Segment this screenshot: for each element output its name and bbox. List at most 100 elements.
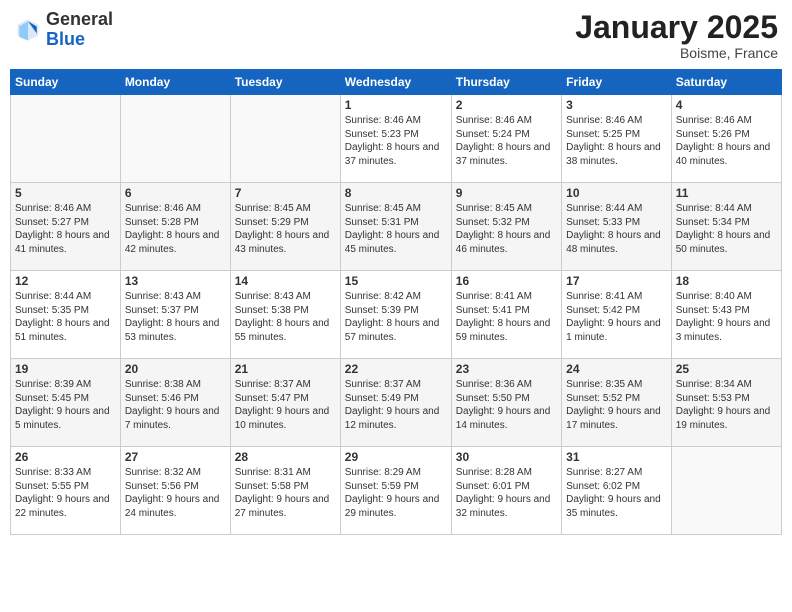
cell-content-line: Daylight: 8 hours and 50 minutes. bbox=[676, 229, 777, 256]
cell-content-line: Sunset: 5:33 PM bbox=[566, 216, 667, 230]
cell-content-line: Sunset: 5:35 PM bbox=[15, 304, 116, 318]
calendar-cell: 9Sunrise: 8:45 AMSunset: 5:32 PMDaylight… bbox=[451, 183, 561, 271]
cell-content-line: Daylight: 9 hours and 10 minutes. bbox=[235, 405, 336, 432]
cell-content-line: Sunset: 5:56 PM bbox=[125, 480, 226, 494]
calendar-cell: 6Sunrise: 8:46 AMSunset: 5:28 PMDaylight… bbox=[120, 183, 230, 271]
calendar-cell: 17Sunrise: 8:41 AMSunset: 5:42 PMDayligh… bbox=[562, 271, 672, 359]
calendar-cell: 28Sunrise: 8:31 AMSunset: 5:58 PMDayligh… bbox=[230, 447, 340, 535]
title-block: January 2025 Boisme, France bbox=[575, 10, 778, 61]
cell-content-line: Sunrise: 8:45 AM bbox=[456, 202, 557, 216]
cell-content-line: Sunrise: 8:38 AM bbox=[125, 378, 226, 392]
cell-content-line: Sunrise: 8:46 AM bbox=[676, 114, 777, 128]
cell-content-line: Sunrise: 8:32 AM bbox=[125, 466, 226, 480]
calendar-cell: 20Sunrise: 8:38 AMSunset: 5:46 PMDayligh… bbox=[120, 359, 230, 447]
cell-content-line: Daylight: 8 hours and 55 minutes. bbox=[235, 317, 336, 344]
cell-content-line: Sunrise: 8:40 AM bbox=[676, 290, 777, 304]
calendar-week-row: 1 Sunrise: 8:46 AM Sunset: 5:23 PM Daylight… bbox=[11, 95, 782, 183]
calendar-week-row: 19Sunrise: 8:39 AMSunset: 5:45 PMDayligh… bbox=[11, 359, 782, 447]
cell-content-line: Sunrise: 8:28 AM bbox=[456, 466, 557, 480]
day-number: 17 bbox=[566, 274, 667, 288]
calendar-cell bbox=[11, 95, 121, 183]
weekday-header-row: SundayMondayTuesdayWednesdayThursdayFrid… bbox=[11, 70, 782, 95]
cell-content-line: Sunset: 5:50 PM bbox=[456, 392, 557, 406]
cell-content-line: Sunrise: 8:46 AM bbox=[456, 114, 557, 128]
calendar-cell: 4Sunrise: 8:46 AMSunset: 5:26 PMDaylight… bbox=[671, 95, 781, 183]
page-header: General Blue January 2025 Boisme, France bbox=[10, 10, 782, 61]
cell-content-line: Sunrise: 8:45 AM bbox=[235, 202, 336, 216]
cell-content-line: Sunset: 5:43 PM bbox=[676, 304, 777, 318]
cell-content-line: Daylight: 8 hours and 42 minutes. bbox=[125, 229, 226, 256]
cell-content-line: Daylight: 9 hours and 27 minutes. bbox=[235, 493, 336, 520]
cell-content-line: Daylight: 8 hours and 59 minutes. bbox=[456, 317, 557, 344]
cell-content-line: Sunrise: 8:34 AM bbox=[676, 378, 777, 392]
day-number: 20 bbox=[125, 362, 226, 376]
day-number: 18 bbox=[676, 274, 777, 288]
calendar-cell: 31Sunrise: 8:27 AMSunset: 6:02 PMDayligh… bbox=[562, 447, 672, 535]
cell-content-line: Sunrise: 8:45 AM bbox=[345, 202, 447, 216]
cell-content-line: Daylight: 8 hours and 37 minutes. bbox=[456, 141, 557, 168]
calendar-cell: 15Sunrise: 8:42 AMSunset: 5:39 PMDayligh… bbox=[340, 271, 451, 359]
cell-content-line: Sunset: 5:49 PM bbox=[345, 392, 447, 406]
cell-content-line: Daylight: 8 hours and 48 minutes. bbox=[566, 229, 667, 256]
cell-content-line: Sunset: 5:46 PM bbox=[125, 392, 226, 406]
day-number: 5 bbox=[15, 186, 116, 200]
day-number: 30 bbox=[456, 450, 557, 464]
cell-content-line: Daylight: 8 hours and 43 minutes. bbox=[235, 229, 336, 256]
logo-text: General Blue bbox=[46, 10, 113, 50]
weekday-header: Sunday bbox=[11, 70, 121, 95]
calendar-cell: 22Sunrise: 8:37 AMSunset: 5:49 PMDayligh… bbox=[340, 359, 451, 447]
day-number: 13 bbox=[125, 274, 226, 288]
logo: General Blue bbox=[14, 10, 113, 50]
calendar-cell: 10Sunrise: 8:44 AMSunset: 5:33 PMDayligh… bbox=[562, 183, 672, 271]
cell-content-line: Sunset: 5:52 PM bbox=[566, 392, 667, 406]
calendar-cell: 18Sunrise: 8:40 AMSunset: 5:43 PMDayligh… bbox=[671, 271, 781, 359]
day-number: 1 bbox=[345, 98, 447, 112]
calendar-cell bbox=[120, 95, 230, 183]
calendar-cell: 21Sunrise: 8:37 AMSunset: 5:47 PMDayligh… bbox=[230, 359, 340, 447]
day-number: 2 bbox=[456, 98, 557, 112]
weekday-header: Saturday bbox=[671, 70, 781, 95]
day-number: 12 bbox=[15, 274, 116, 288]
day-number: 19 bbox=[15, 362, 116, 376]
cell-content-line: Sunrise: 8:42 AM bbox=[345, 290, 447, 304]
cell-content-line: Daylight: 9 hours and 24 minutes. bbox=[125, 493, 226, 520]
cell-content-line: Sunset: 5:25 PM bbox=[566, 128, 667, 142]
cell-content-line: Sunrise: 8:46 AM bbox=[566, 114, 667, 128]
cell-content-line: Daylight: 8 hours and 53 minutes. bbox=[125, 317, 226, 344]
day-number: 14 bbox=[235, 274, 336, 288]
calendar-cell: 16Sunrise: 8:41 AMSunset: 5:41 PMDayligh… bbox=[451, 271, 561, 359]
calendar-cell: 24Sunrise: 8:35 AMSunset: 5:52 PMDayligh… bbox=[562, 359, 672, 447]
cell-content-line: Sunset: 5:53 PM bbox=[676, 392, 777, 406]
day-number: 16 bbox=[456, 274, 557, 288]
calendar-cell: 11Sunrise: 8:44 AMSunset: 5:34 PMDayligh… bbox=[671, 183, 781, 271]
cell-content-line: Sunrise: 8:41 AM bbox=[456, 290, 557, 304]
cell-content-line: Daylight: 9 hours and 17 minutes. bbox=[566, 405, 667, 432]
month-year: January 2025 bbox=[575, 10, 778, 45]
cell-content-line: Sunset: 5:26 PM bbox=[676, 128, 777, 142]
cell-content-line: Daylight: 9 hours and 29 minutes. bbox=[345, 493, 447, 520]
weekday-header: Wednesday bbox=[340, 70, 451, 95]
day-number: 24 bbox=[566, 362, 667, 376]
cell-content-line: Sunset: 5:47 PM bbox=[235, 392, 336, 406]
cell-content-line: Sunset: 5:34 PM bbox=[676, 216, 777, 230]
cell-content-line: Daylight: 8 hours and 38 minutes. bbox=[566, 141, 667, 168]
cell-content-line: Sunset: 5:59 PM bbox=[345, 480, 447, 494]
day-number: 31 bbox=[566, 450, 667, 464]
cell-content-line: Sunset: 5:37 PM bbox=[125, 304, 226, 318]
cell-content-line: Sunrise: 8:27 AM bbox=[566, 466, 667, 480]
cell-content-line: Daylight: 8 hours and 45 minutes. bbox=[345, 229, 447, 256]
calendar-week-row: 5Sunrise: 8:46 AMSunset: 5:27 PMDaylight… bbox=[11, 183, 782, 271]
cell-content-line: Sunset: 5:24 PM bbox=[456, 128, 557, 142]
calendar-table: SundayMondayTuesdayWednesdayThursdayFrid… bbox=[10, 69, 782, 535]
cell-content-line: Sunset: 5:23 PM bbox=[345, 128, 447, 142]
day-number: 29 bbox=[345, 450, 447, 464]
logo-icon bbox=[14, 16, 42, 44]
calendar-cell: 27Sunrise: 8:32 AMSunset: 5:56 PMDayligh… bbox=[120, 447, 230, 535]
weekday-header: Thursday bbox=[451, 70, 561, 95]
cell-content-line: Daylight: 9 hours and 35 minutes. bbox=[566, 493, 667, 520]
day-number: 22 bbox=[345, 362, 447, 376]
calendar-cell: 26Sunrise: 8:33 AMSunset: 5:55 PMDayligh… bbox=[11, 447, 121, 535]
cell-content-line: Sunrise: 8:29 AM bbox=[345, 466, 447, 480]
cell-content-line: Daylight: 8 hours and 41 minutes. bbox=[15, 229, 116, 256]
calendar-cell: 8Sunrise: 8:45 AMSunset: 5:31 PMDaylight… bbox=[340, 183, 451, 271]
